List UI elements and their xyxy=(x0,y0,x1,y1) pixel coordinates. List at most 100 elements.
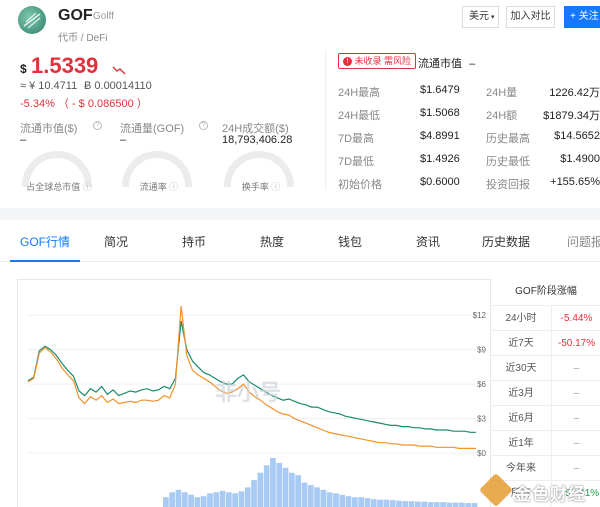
price-series-line xyxy=(27,320,476,433)
stat-value: 18,793,406.28 xyxy=(222,134,293,146)
info-icon: ? xyxy=(93,121,102,130)
volume-bar xyxy=(295,475,301,507)
volume-bar xyxy=(446,502,453,507)
volume-bar xyxy=(226,492,232,507)
stat-label: 历史最低 xyxy=(486,156,530,168)
volume-bar xyxy=(307,484,314,507)
perf-period: 近30天 xyxy=(505,363,537,374)
price-currency: $ xyxy=(20,62,27,76)
volume-bar xyxy=(408,501,415,507)
volume-bar xyxy=(370,499,377,507)
volume-bar xyxy=(459,502,465,507)
tab-bar: GOF行情 简况 持币 热度 钱包 资讯 历史数据 问题报 xyxy=(0,222,600,262)
risk-badge[interactable]: ! 未收录 需风险 xyxy=(338,53,417,69)
current-price: 1.5339 xyxy=(31,53,99,78)
perf-value: -5.44% xyxy=(551,306,600,331)
tab-holders[interactable]: 持币 xyxy=(164,222,224,262)
volume-bar xyxy=(188,494,194,507)
perf-period: 近1年 xyxy=(508,438,534,449)
stat-label: 24H额 xyxy=(486,110,518,122)
info-icon: ⓘ xyxy=(82,182,92,192)
volume-bar xyxy=(465,503,472,507)
perf-period: 24小时 xyxy=(505,313,537,324)
perf-value: – xyxy=(551,431,600,456)
tab-report[interactable]: 问题报 xyxy=(560,222,600,262)
tab-heat[interactable]: 热度 xyxy=(242,222,302,262)
volume-bar xyxy=(276,462,283,507)
volume-bar xyxy=(352,497,358,507)
perf-value: -50.17% xyxy=(551,331,600,356)
stat-value: 1226.42万 xyxy=(549,87,600,99)
leaf-icon xyxy=(23,12,41,29)
currency-select[interactable]: 美元 ▾ xyxy=(462,6,499,28)
tab-gof-market[interactable]: GOF行情 xyxy=(10,222,80,262)
perf-row: 24小时 -5.44% xyxy=(491,305,600,331)
y-tick-label: $0 xyxy=(477,449,486,458)
info-icon: ⓘ xyxy=(169,182,179,192)
perf-row: 今年来 – xyxy=(491,455,600,481)
stat-value: $0.6000 xyxy=(420,176,460,188)
perf-value: – xyxy=(551,356,600,381)
chevron-down-icon: ▾ xyxy=(491,14,495,21)
price-btc: Ƀ 0.00014110 xyxy=(84,80,152,92)
stat-value: $4.8991 xyxy=(420,130,460,142)
perf-value: – xyxy=(551,406,600,431)
price-chart[interactable]: $12 $9 $6 $3 $0 非小号 xyxy=(18,280,488,507)
perf-row: 近3月 – xyxy=(491,380,600,406)
volume-bar xyxy=(389,500,396,507)
tab-news[interactable]: 资讯 xyxy=(398,222,458,262)
volume-bar xyxy=(251,480,257,507)
stat-label: 投资回报 xyxy=(486,179,530,191)
circ-title: 流通市值 – xyxy=(418,58,476,70)
stat-label: 24H最低 xyxy=(338,110,381,122)
volume-bar xyxy=(433,502,440,507)
stat-value: – xyxy=(20,134,27,146)
volume-bar xyxy=(257,472,264,507)
volume-bar xyxy=(270,458,276,507)
volume-bar xyxy=(232,493,238,507)
volume-bar xyxy=(301,482,308,507)
volume-bar xyxy=(320,489,327,507)
stat-value: $1.4926 xyxy=(420,153,460,165)
compare-button[interactable]: 加入对比 xyxy=(506,6,555,28)
perf-row: 近1年 – xyxy=(491,430,600,456)
perf-period: 近7天 xyxy=(508,338,534,349)
volume-bar xyxy=(169,492,175,507)
plus-icon: + xyxy=(570,11,576,22)
currency-label: 美元 xyxy=(469,11,489,22)
stat-label: 7D最低 xyxy=(338,156,375,168)
volume-bar xyxy=(163,497,169,507)
tab-overview[interactable]: 简况 xyxy=(86,222,146,262)
perf-row: 近6月 – xyxy=(491,405,600,431)
section-gap xyxy=(0,208,600,220)
volume-bar xyxy=(333,493,339,507)
perf-title: GOF阶段涨幅 xyxy=(515,286,577,297)
performance-panel: GOF阶段涨幅 24小时 -5.44% 近7天 -50.17% 近30天 – 近3月 – 近6月… xyxy=(490,279,600,507)
volume-bar xyxy=(326,492,333,507)
coin-category: 代币 / DeFi xyxy=(58,33,108,44)
volume-bar xyxy=(471,503,478,507)
coin-fullname: Golff xyxy=(93,11,114,22)
divider xyxy=(325,50,326,190)
stat-value: $1.4900 xyxy=(560,153,600,165)
follow-button[interactable]: + 关注 xyxy=(564,6,600,28)
volume-bar xyxy=(358,497,364,507)
volume-bar xyxy=(339,494,346,507)
volume-bar xyxy=(314,487,320,507)
stat-value: $1.6479 xyxy=(420,84,460,96)
tab-wallet[interactable]: 钱包 xyxy=(320,222,380,262)
stat-value: $1879.34万 xyxy=(543,110,600,122)
volume-bar xyxy=(181,492,188,507)
stat-label: 流通量(GOF) xyxy=(120,123,185,135)
coin-symbol: GOF xyxy=(58,7,93,24)
volume-bar xyxy=(440,502,446,507)
volume-bar xyxy=(194,497,201,507)
perf-value: – xyxy=(551,381,600,406)
tab-history[interactable]: 历史数据 xyxy=(476,222,536,262)
gauge-label: 流通率 ⓘ xyxy=(139,182,179,192)
volume-bar xyxy=(377,499,383,507)
gauge-label: 占全球总市值 ⓘ xyxy=(26,182,92,192)
volume-bar xyxy=(244,487,251,507)
perf-period: 近6月 xyxy=(508,413,534,424)
info-icon: ? xyxy=(199,121,208,130)
